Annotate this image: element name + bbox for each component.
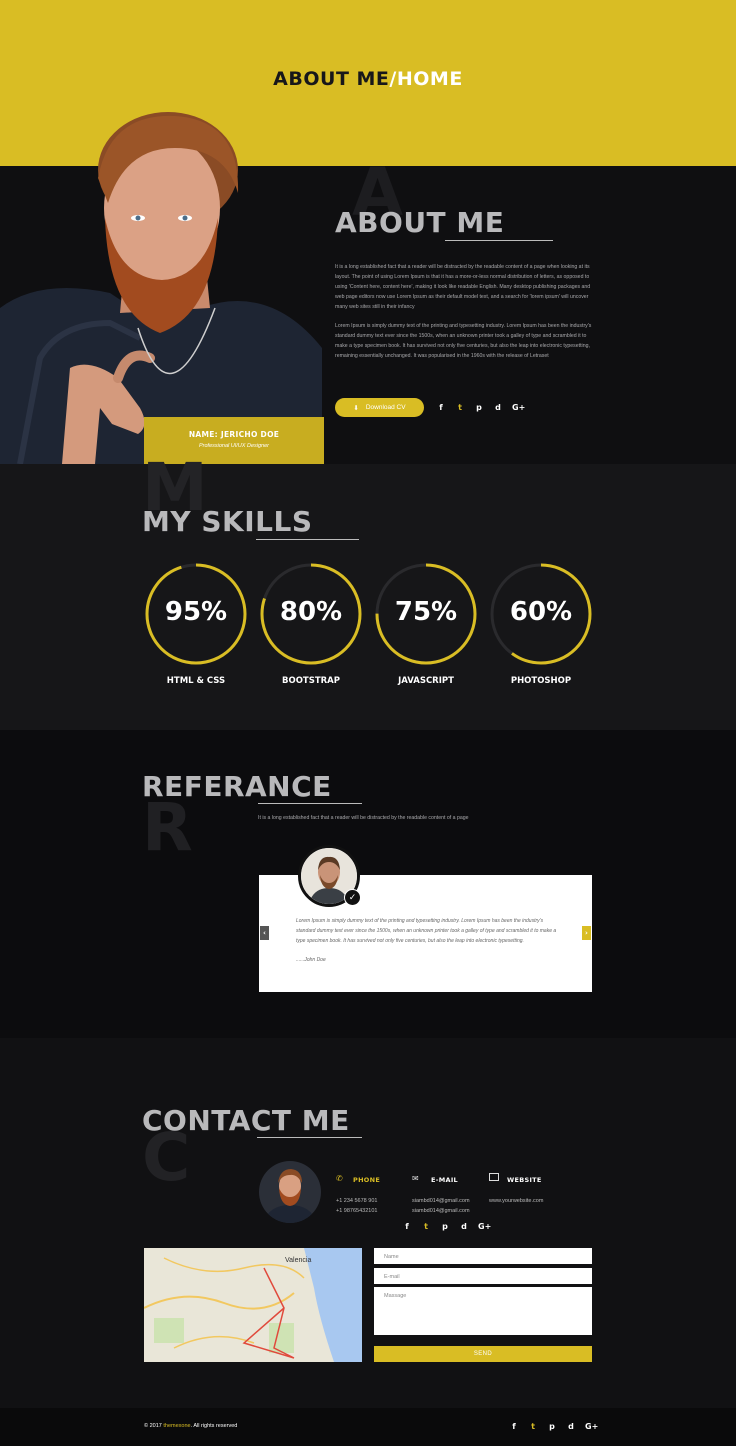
email-label: E-MAIL [431, 1176, 458, 1184]
reference-heading: REFERANCE [142, 770, 332, 803]
contact-section [0, 1038, 736, 1408]
twitter-icon[interactable]: t [421, 1222, 431, 1231]
verified-check-icon: ✓ [344, 889, 361, 906]
footer-social-links: f t p d G+ [509, 1422, 598, 1431]
google-plus-icon[interactable]: G+ [478, 1222, 491, 1231]
about-heading: ABOUT ME [335, 206, 505, 239]
monitor-icon [489, 1173, 499, 1181]
google-plus-icon[interactable]: G+ [585, 1422, 598, 1431]
google-plus-icon[interactable]: G+ [512, 403, 525, 412]
reference-heading-underline [258, 803, 362, 804]
brand-link[interactable]: themexone [163, 1423, 190, 1429]
contact-avatar [259, 1161, 321, 1223]
download-icon: ⬇ [353, 404, 359, 412]
about-paragraph-1: It is a long established fact that a rea… [335, 264, 591, 310]
profile-name: NAME: JERICHO DOE [188, 430, 280, 439]
facebook-icon[interactable]: f [436, 403, 446, 412]
dribbble-icon[interactable]: d [493, 403, 503, 412]
dribbble-icon[interactable]: d [566, 1422, 576, 1431]
carousel-prev-button[interactable]: ‹ [260, 926, 269, 940]
about-paragraph-2: Lorem Ipsum is simply dummy text of the … [335, 323, 592, 359]
title-about: ABOUT ME [273, 68, 390, 90]
email-icon: ✉ [412, 1174, 419, 1183]
download-cv-button[interactable]: ⬇ Download CV [335, 398, 424, 417]
footer [0, 1408, 736, 1446]
carousel-next-button[interactable]: › [582, 926, 591, 940]
skill-value-bootstrap: 80% [279, 597, 343, 627]
name-input[interactable]: Name [374, 1248, 592, 1264]
contact-heading: CONTACT ME [142, 1104, 350, 1137]
skill-label-javascript: JAVASCRIPT [398, 676, 454, 686]
download-cv-label: Download CV [365, 404, 406, 411]
copyright-prefix: © 2017 [144, 1423, 164, 1429]
skill-label-html: HTML & CSS [166, 676, 226, 686]
phone-number-2: +1 98765432101 [336, 1208, 378, 1214]
dribbble-icon[interactable]: d [459, 1222, 469, 1231]
website-label: WEBSITE [507, 1176, 542, 1184]
location-map[interactable]: Valencia [144, 1248, 362, 1362]
reference-watermark-letter: R [142, 789, 193, 866]
copyright-suffix: . All rights reserved [190, 1423, 238, 1429]
email-address-1[interactable]: siambd014@gmail.com [412, 1196, 470, 1206]
facebook-icon[interactable]: f [402, 1222, 412, 1231]
map-city-label: Valencia [285, 1257, 311, 1264]
send-button[interactable]: SEND [374, 1346, 592, 1362]
reference-subtitle: It is a long established fact that a rea… [258, 815, 469, 821]
about-heading-underline [445, 240, 553, 241]
pinterest-icon[interactable]: p [440, 1222, 450, 1231]
pinterest-icon[interactable]: p [474, 403, 484, 412]
phone-label: PHONE [353, 1176, 381, 1184]
testimonial-author: ......John Doe [296, 957, 326, 963]
facebook-icon[interactable]: f [509, 1422, 519, 1431]
twitter-icon[interactable]: t [455, 403, 465, 412]
contact-social-links: f t p d G+ [402, 1222, 491, 1231]
contact-heading-underline [257, 1137, 362, 1138]
title-separator: / [389, 68, 397, 90]
testimonial-quote: Lorem Ipsum is simply dummy text of the … [296, 918, 557, 944]
email-address-2[interactable]: siambd014@gmail.com [412, 1206, 470, 1216]
page-title: ABOUT ME/HOME [0, 68, 736, 90]
skill-label-photoshop: PHOTOSHOP [510, 676, 572, 686]
skills-section [0, 464, 736, 730]
twitter-icon[interactable]: t [528, 1422, 538, 1431]
skill-value-javascript: 75% [394, 597, 458, 627]
pinterest-icon[interactable]: p [547, 1422, 557, 1431]
copyright-text: © 2017 themexone. All rights reserved [144, 1423, 237, 1429]
about-social-links: f t p d G+ [436, 403, 525, 412]
website-url[interactable]: www.yourwebsite.com [489, 1196, 543, 1206]
profile-photo [0, 108, 322, 464]
skills-heading: MY SKILLS [142, 505, 313, 538]
message-textarea[interactable]: Massage [374, 1287, 592, 1335]
title-home-link[interactable]: HOME [397, 68, 463, 90]
skills-heading-underline [256, 539, 359, 540]
skill-value-html: 95% [164, 597, 228, 627]
skill-label-bootstrap: BOOTSTRAP [281, 676, 340, 686]
phone-icon: ✆ [336, 1174, 343, 1183]
phone-number-1: +1 234 5678 901 [336, 1198, 378, 1204]
skill-value-photoshop: 60% [509, 597, 573, 627]
email-input[interactable]: E-mail [374, 1268, 592, 1284]
